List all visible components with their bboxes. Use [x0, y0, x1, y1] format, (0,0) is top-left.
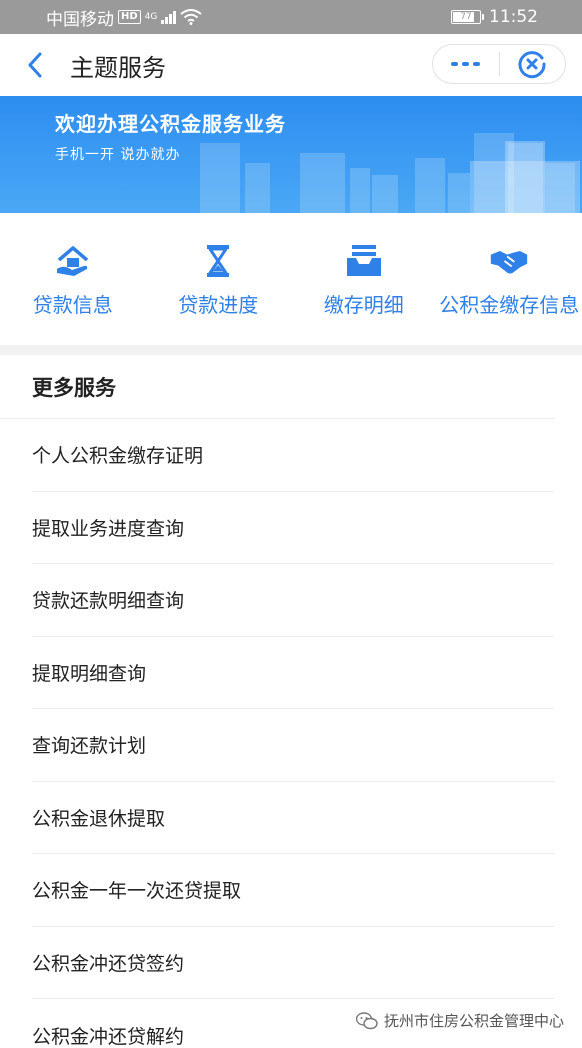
- nav-bar: 主题服务: [0, 34, 582, 96]
- more-dots-icon: [451, 62, 481, 66]
- service-item[interactable]: 公积金一年一次还贷提取: [32, 854, 554, 927]
- quick-action-label: 缴存明细: [323, 293, 404, 317]
- status-bar: 中国移动 HD 4G 77 11:52: [0, 0, 582, 34]
- more-button[interactable]: [433, 45, 499, 83]
- wechat-icon: [355, 1011, 378, 1029]
- quick-action-loan-progress[interactable]: 贷款进度: [146, 213, 292, 345]
- service-list: 个人公积金缴存证明 提取业务进度查询 贷款还款明细查询 提取明细查询 查询还款计…: [0, 419, 582, 1048]
- service-item[interactable]: 公积金冲还贷签约: [32, 927, 554, 999]
- quick-action-label: 公积金缴存信息: [439, 293, 580, 317]
- section-title: 更多服务: [0, 355, 554, 419]
- hourglass-icon: [198, 241, 238, 281]
- mini-program-capsule: [432, 44, 566, 84]
- back-button[interactable]: [0, 34, 70, 96]
- hd-badge: HD: [118, 10, 141, 24]
- service-item[interactable]: 提取明细查询: [32, 637, 554, 709]
- signal-icon: [161, 10, 177, 24]
- quick-action-grid: 贷款信息 贷款进度 缴存明细 公积金缴存信息: [0, 213, 582, 345]
- watermark-text: 抚州市住房公积金管理中心: [383, 1012, 564, 1030]
- more-services-section: 更多服务 个人公积金缴存证明 提取业务进度查询 贷款还款明细查询 提取明细查询 …: [0, 355, 582, 1048]
- house-hand-icon: [53, 241, 93, 281]
- battery-icon: 77: [451, 10, 484, 24]
- status-right: 77 11:52: [451, 7, 538, 27]
- service-item[interactable]: 贷款还款明细查询: [32, 564, 554, 637]
- quick-action-loan-info[interactable]: 贷款信息: [0, 213, 146, 345]
- inbox-tray-icon: [344, 241, 384, 281]
- service-item[interactable]: 个人公积金缴存证明: [32, 419, 554, 492]
- close-button[interactable]: [500, 45, 566, 83]
- banner: 欢迎办理公积金服务业务 手机一开 说办就办: [0, 96, 582, 213]
- page-title: 主题服务: [70, 53, 166, 82]
- watermark: 抚州市住房公积金管理中心: [355, 1010, 564, 1031]
- banner-subtitle: 手机一开 说办就办: [55, 147, 181, 163]
- quick-action-label: 贷款进度: [178, 293, 259, 317]
- wifi-icon: [180, 9, 202, 25]
- close-circle-icon: [518, 51, 546, 79]
- service-item[interactable]: 公积金退休提取: [32, 782, 554, 854]
- handshake-icon: [489, 241, 529, 281]
- quick-action-fund-deposit-info[interactable]: 公积金缴存信息: [437, 213, 582, 345]
- clock: 11:52: [489, 7, 538, 27]
- banner-title: 欢迎办理公积金服务业务: [55, 112, 286, 136]
- carrier-label: 中国移动: [46, 9, 114, 30]
- network-label: 4G: [144, 12, 158, 22]
- chevron-left-icon: [28, 52, 42, 78]
- section-divider: [0, 345, 582, 355]
- service-item[interactable]: 提取业务进度查询: [32, 492, 554, 564]
- service-item[interactable]: 查询还款计划: [32, 709, 554, 782]
- quick-action-deposit-detail[interactable]: 缴存明细: [291, 213, 437, 345]
- quick-action-label: 贷款信息: [32, 293, 113, 317]
- status-left: 中国移动 HD 4G: [46, 5, 202, 30]
- battery-percent: 77: [460, 12, 472, 22]
